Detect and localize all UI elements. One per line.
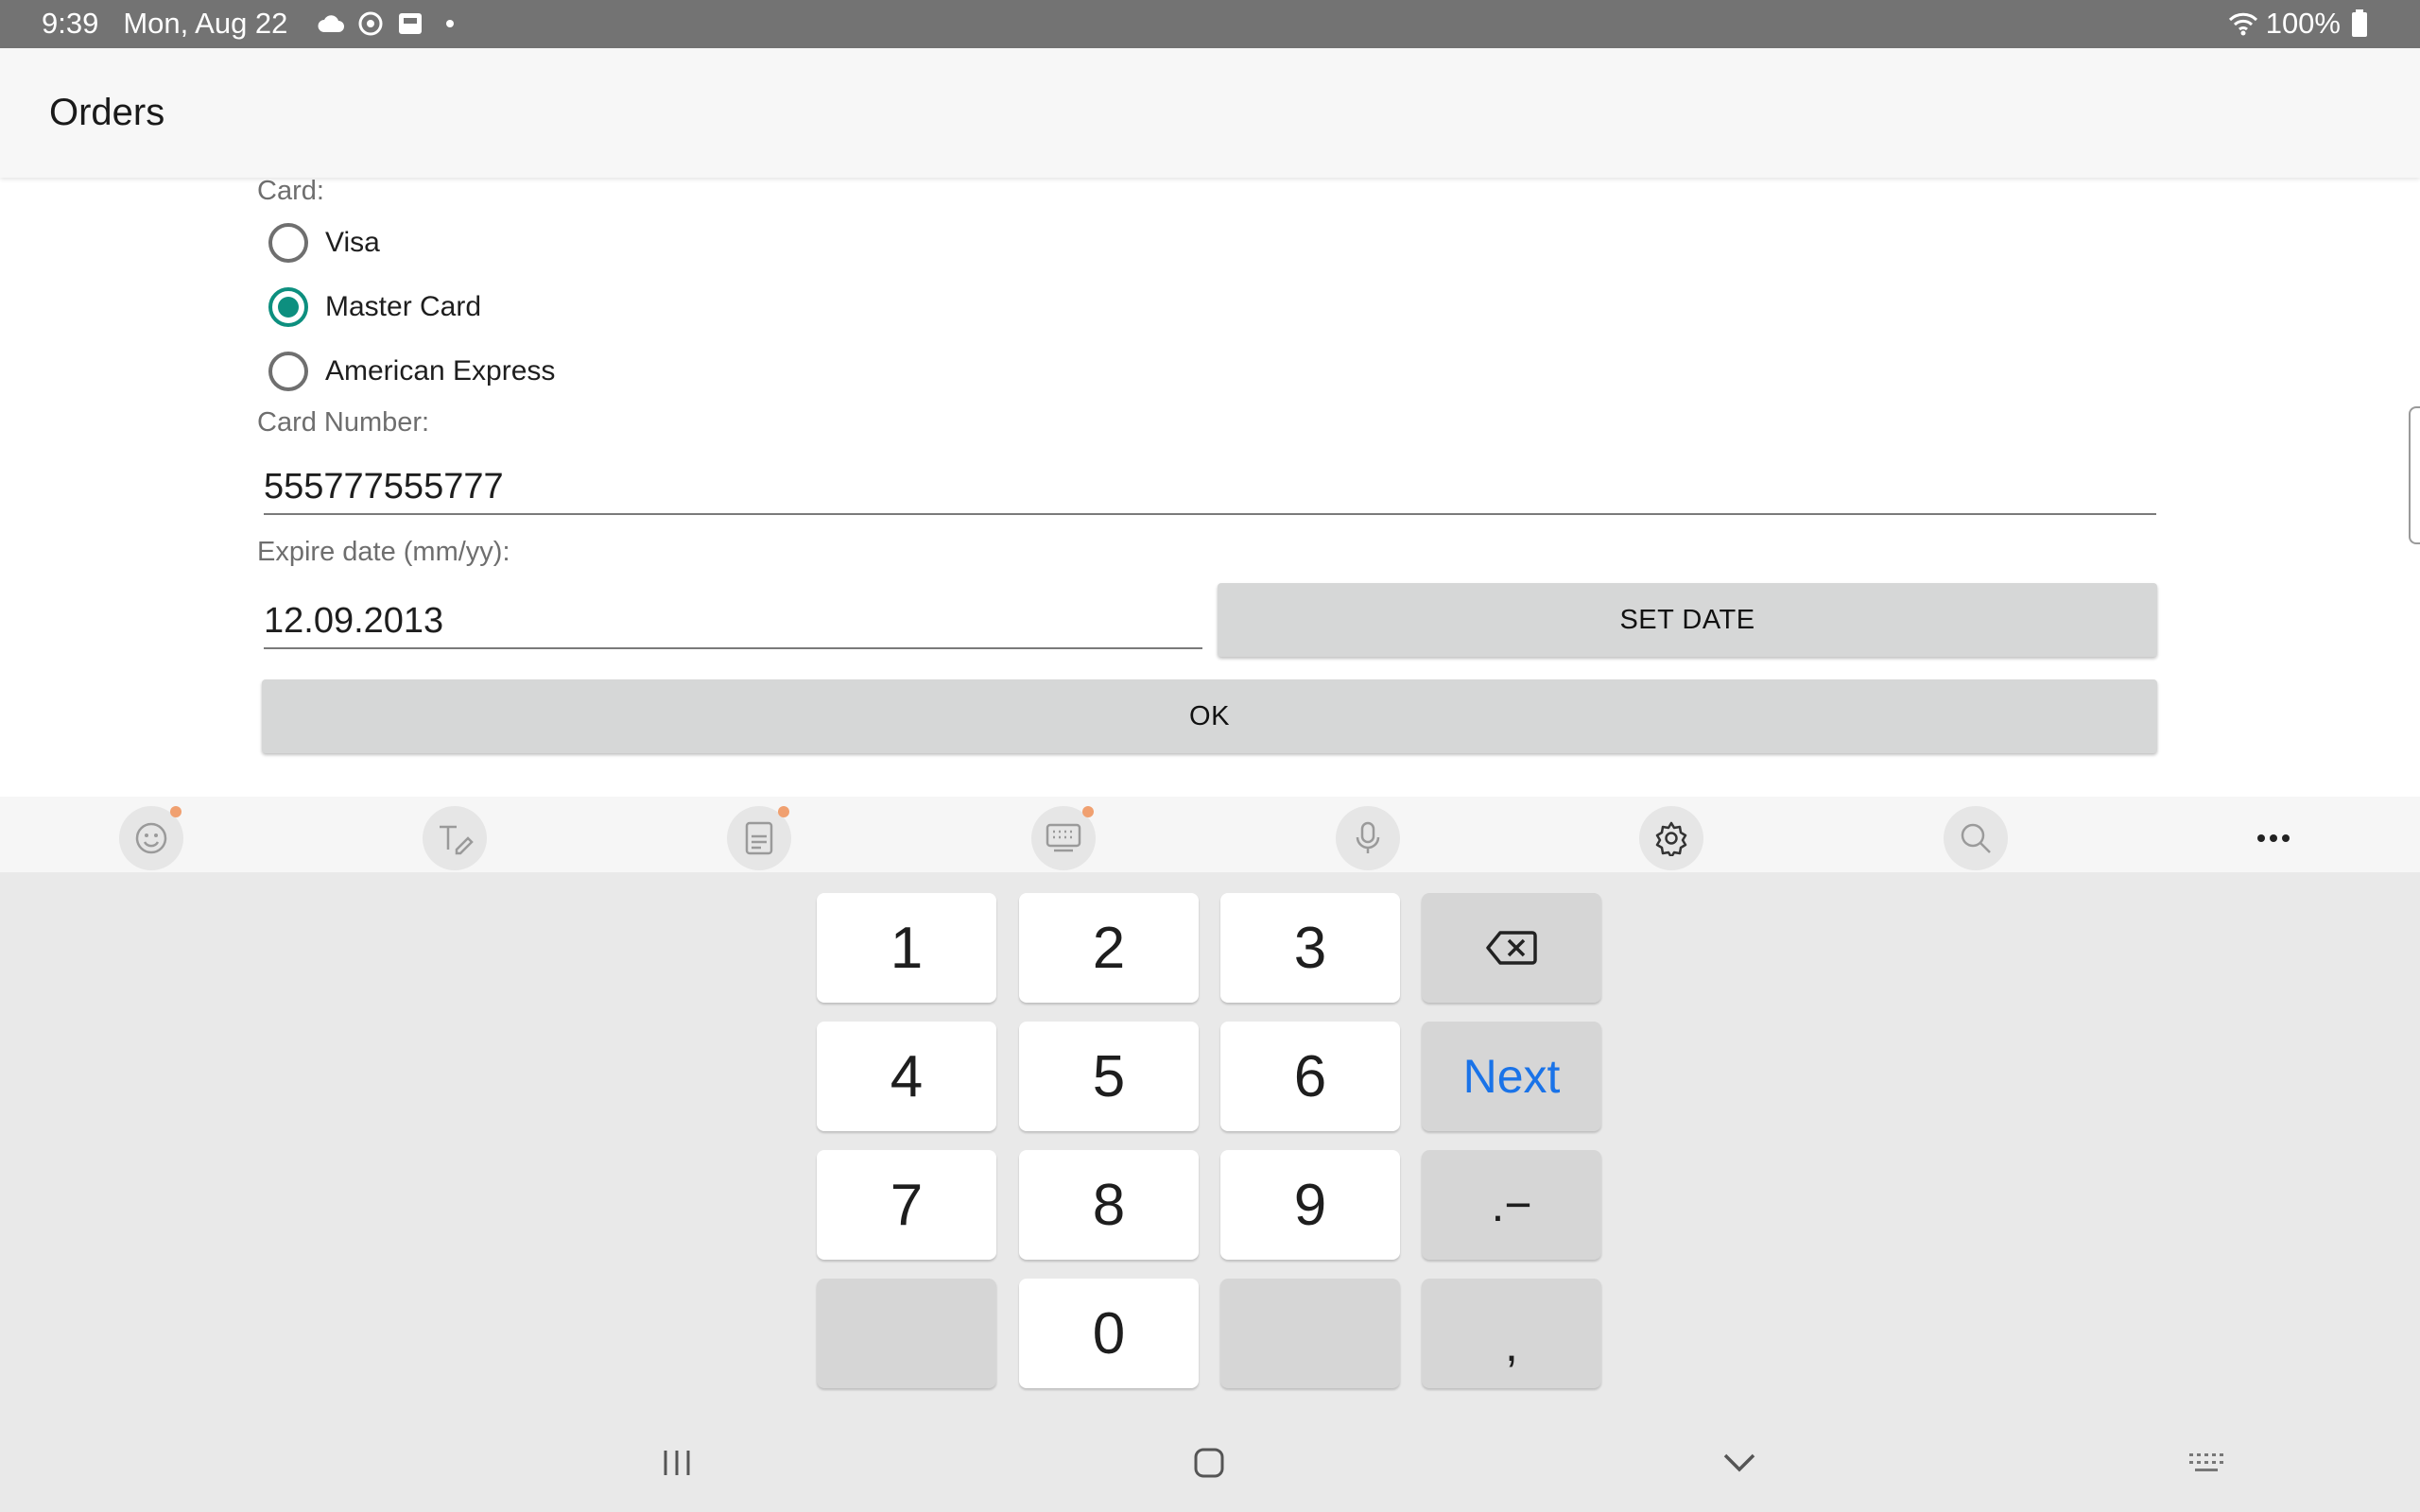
blank-key-left[interactable] xyxy=(817,1279,996,1388)
key-4[interactable]: 4 xyxy=(817,1022,996,1131)
key-9[interactable]: 9 xyxy=(1220,1150,1400,1260)
settings-gear-icon xyxy=(1655,821,1687,856)
numeric-keyboard: 1 2 3 4 5 6 Next 7 8 9 .− 0 , xyxy=(0,872,2420,1512)
status-bar-left: 9:39 Mon, Aug 22 xyxy=(42,7,465,41)
radio-master-card[interactable]: Master Card xyxy=(268,286,481,328)
card-number-value: 555777555777 xyxy=(264,467,504,507)
search-icon xyxy=(1961,823,1991,853)
voice-input-button[interactable] xyxy=(1336,806,1400,870)
keyboard-mode-button[interactable] xyxy=(1031,806,1096,870)
card-number-field[interactable]: 555777555777 xyxy=(264,458,2156,515)
recent-apps-icon xyxy=(664,1451,690,1475)
emoji-notification-dot xyxy=(170,806,182,817)
expire-date-value: 12.09.2013 xyxy=(264,601,444,641)
home-button[interactable] xyxy=(1181,1439,1237,1486)
microphone-icon xyxy=(1356,821,1380,853)
page-title: Orders xyxy=(49,92,165,133)
emoji-button[interactable] xyxy=(119,806,183,870)
expire-date-label: Expire date (mm/yy): xyxy=(257,537,510,567)
recent-apps-button[interactable] xyxy=(648,1439,705,1486)
next-key[interactable]: Next xyxy=(1422,1022,1601,1131)
emoji-icon xyxy=(135,822,167,854)
key-8[interactable]: 8 xyxy=(1019,1150,1199,1260)
backspace-icon xyxy=(1486,931,1537,965)
radio-american-express-label: American Express xyxy=(325,355,556,387)
key-3[interactable]: 3 xyxy=(1220,893,1400,1003)
blank-key-right[interactable] xyxy=(1220,1279,1400,1388)
card-label: Card: xyxy=(257,176,324,206)
clipboard-icon xyxy=(745,821,773,855)
set-date-button[interactable]: SET DATE xyxy=(1218,583,2157,657)
back-icon xyxy=(1723,1453,1755,1472)
keyboard-switch-button[interactable] xyxy=(2179,1439,2236,1486)
keyboard-mode-icon xyxy=(1046,823,1081,852)
expire-date-field[interactable]: 12.09.2013 xyxy=(264,593,1202,649)
key-1[interactable]: 1 xyxy=(817,893,996,1003)
cloud-icon xyxy=(316,9,346,39)
radio-visa-circle[interactable] xyxy=(268,223,308,263)
wifi-icon xyxy=(2228,9,2258,39)
more-options-button[interactable] xyxy=(2241,806,2306,870)
dot-icon xyxy=(435,9,465,39)
status-bar-right: 100% xyxy=(2228,7,2382,41)
keyboard-mode-notification-dot xyxy=(1082,806,1094,817)
key-0[interactable]: 0 xyxy=(1019,1279,1199,1388)
battery-icon xyxy=(2344,9,2375,39)
key-6[interactable]: 6 xyxy=(1220,1022,1400,1131)
more-options-icon xyxy=(2257,834,2290,842)
keyboard-settings-button[interactable] xyxy=(1639,806,1703,870)
comma-key[interactable]: , xyxy=(1422,1279,1601,1388)
key-5[interactable]: 5 xyxy=(1019,1022,1199,1131)
battery-percent: 100% xyxy=(2265,7,2341,40)
dot-dash-key[interactable]: .− xyxy=(1422,1150,1601,1260)
sync-icon xyxy=(355,9,386,39)
action-bar: Orders xyxy=(0,48,2420,178)
radio-american-express[interactable]: American Express xyxy=(268,351,555,392)
handwriting-icon xyxy=(440,825,474,855)
keyboard-switch-icon xyxy=(2189,1453,2223,1471)
clipboard-button[interactable] xyxy=(727,806,791,870)
ok-button[interactable]: OK xyxy=(262,679,2157,753)
key-7[interactable]: 7 xyxy=(817,1150,996,1260)
backspace-key[interactable] xyxy=(1422,893,1601,1003)
status-date: Mon, Aug 22 xyxy=(123,7,288,40)
key-2[interactable]: 2 xyxy=(1019,893,1199,1003)
radio-master-card-label: Master Card xyxy=(325,291,482,322)
home-icon xyxy=(1194,1448,1224,1478)
radio-master-card-circle[interactable] xyxy=(268,287,308,327)
radio-visa[interactable]: Visa xyxy=(268,222,380,264)
radio-american-express-circle[interactable] xyxy=(268,352,308,391)
card-number-label: Card Number: xyxy=(257,407,430,438)
status-time: 9:39 xyxy=(42,7,99,40)
handwriting-button[interactable] xyxy=(423,806,487,870)
edge-panel-handle[interactable] xyxy=(2409,406,2420,544)
keyboard-search-button[interactable] xyxy=(1944,806,2008,870)
keyboard-toolbar xyxy=(0,797,2420,872)
radio-visa-label: Visa xyxy=(325,227,380,258)
back-button[interactable] xyxy=(1711,1439,1768,1486)
notification-icon xyxy=(395,9,425,39)
clipboard-notification-dot xyxy=(778,806,789,817)
status-bar: 9:39 Mon, Aug 22 100% xyxy=(0,0,2420,48)
